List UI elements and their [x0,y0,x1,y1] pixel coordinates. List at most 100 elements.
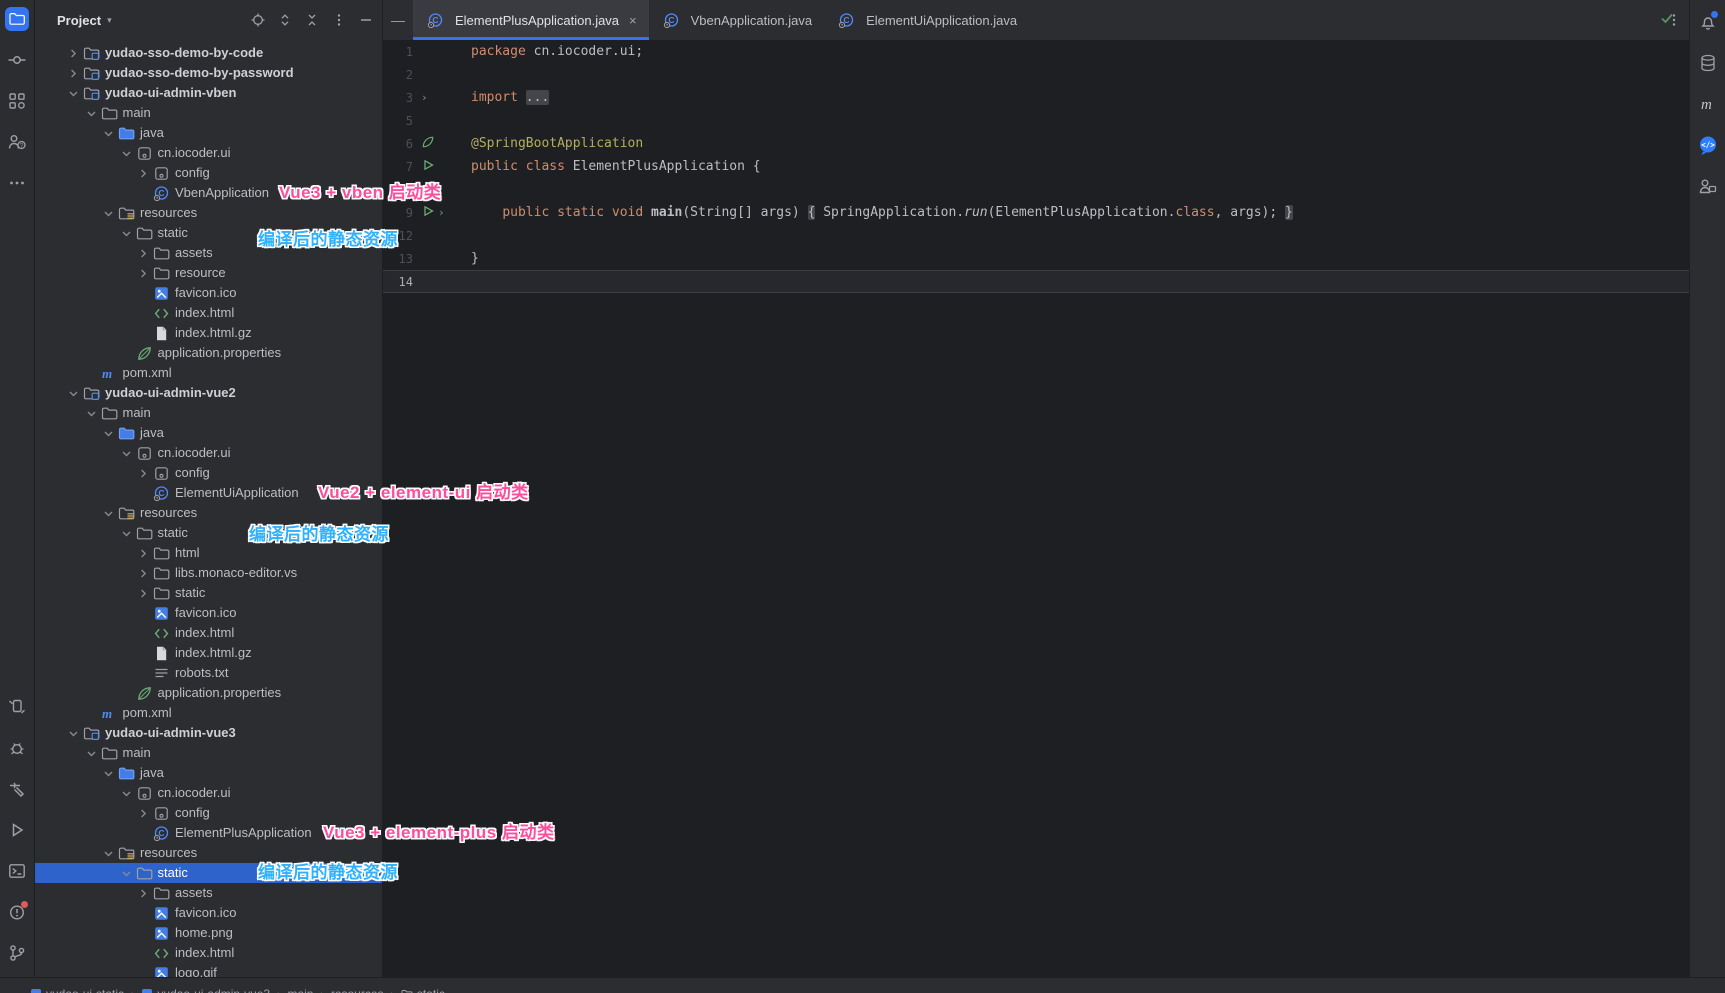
expand-all-icon[interactable] [277,12,293,28]
tree-item-cn-iocoder-ui[interactable]: cn.iocoder.ui [35,783,382,803]
chevron-down-icon[interactable] [119,866,134,881]
tree-item-favicon-ico[interactable]: favicon.ico [35,903,382,923]
tree-item-resources[interactable]: resources [35,503,382,523]
tree-item-config[interactable]: config [35,463,382,483]
chevron-down-icon[interactable] [101,206,116,221]
tree-item-favicon-ico[interactable]: favicon.ico [35,283,382,303]
tree-item-yudao-ui-admin-vue2[interactable]: yudao-ui-admin-vue2 [35,383,382,403]
chevron-down-icon[interactable] [66,386,81,401]
code-line-6[interactable]: 6@SpringBootApplication [383,132,1689,155]
tree-item-html[interactable]: html [35,543,382,563]
breadcrumb-item[interactable]: main [287,987,313,993]
database-icon[interactable] [1696,51,1720,75]
chevron-right-icon[interactable] [136,566,151,581]
project-panel-title[interactable]: Project [57,13,101,28]
chevron-down-icon[interactable] [84,106,99,121]
code-line-3[interactable]: 3›import ... [383,86,1689,109]
options-icon[interactable] [331,12,347,28]
project-icon[interactable] [5,7,29,31]
code-line-7[interactable]: 7public class ElementPlusApplication { [383,155,1689,178]
services-icon[interactable] [5,695,29,719]
collapse-all-icon[interactable] [304,12,320,28]
chevron-down-icon[interactable] [101,426,116,441]
commit-icon[interactable] [5,48,29,72]
tree-item-config[interactable]: config [35,163,382,183]
tree-item-static[interactable]: static [35,863,382,883]
code-line-9[interactable]: 9› public static void main(String[] args… [383,201,1689,224]
tree-item-vbenapplication[interactable]: CVbenApplication [35,183,382,203]
chevron-right-icon[interactable] [136,466,151,481]
tree-item-resources[interactable]: resources [35,203,382,223]
chevron-down-icon[interactable] [101,766,116,781]
close-icon[interactable]: × [629,13,637,28]
maven-icon[interactable]: m [1696,92,1720,116]
tree-item-main[interactable]: main [35,403,382,423]
tab-elementplusapplication[interactable]: C ElementPlusApplication.java × [413,0,649,40]
tree-item-java[interactable]: java [35,123,382,143]
chevron-right-icon[interactable] [66,46,81,61]
tree-item-yudao-ui-admin-vue3[interactable]: yudao-ui-admin-vue3 [35,723,382,743]
tree-item-index-html-gz[interactable]: index.html.gz [35,323,382,343]
tab-vbenapplication[interactable]: C VbenApplication.java [649,0,824,40]
tree-item-main[interactable]: main [35,103,382,123]
tree-item-index-html[interactable]: index.html [35,303,382,323]
more-icon[interactable] [5,171,29,195]
run-icon[interactable] [421,204,435,222]
code-line-5[interactable]: 5 [383,109,1689,132]
chevron-right-icon[interactable] [136,806,151,821]
tree-item-index-html[interactable]: index.html [35,623,382,643]
chevron-down-icon[interactable] [66,726,81,741]
chevron-down-icon[interactable] [119,786,134,801]
chevron-down-icon[interactable] [66,86,81,101]
tree-item-libs-monaco-editor-vs[interactable]: libs.monaco-editor.vs [35,563,382,583]
chevron-down-icon[interactable] [119,526,134,541]
tree-item-static[interactable]: static [35,523,382,543]
tree-item-yudao-sso-demo-by-password[interactable]: yudao-sso-demo-by-password [35,63,382,83]
tree-item-yudao-sso-demo-by-code[interactable]: yudao-sso-demo-by-code [35,43,382,63]
chevron-right-icon[interactable] [136,166,151,181]
chevron-right-icon[interactable] [136,266,151,281]
fold-chevron-icon[interactable]: › [421,91,428,104]
chevron-down-icon[interactable] [119,446,134,461]
fold-chevron-icon[interactable]: › [438,206,445,219]
tree-item-index-html-gz[interactable]: index.html.gz [35,643,382,663]
tree-item-pom-xml[interactable]: mpom.xml [35,703,382,723]
notifications-icon[interactable] [1696,10,1720,34]
chevron-down-icon[interactable] [119,146,134,161]
hide-toolwindow-icon[interactable]: — [383,0,413,40]
code-editor[interactable]: 1package cn.iocoder.ui;23›import ...56@S… [383,40,1689,977]
breadcrumb-item[interactable]: yudao-ui-static [30,987,124,993]
breadcrumb-item[interactable]: static [401,987,445,993]
chevron-down-icon[interactable] [84,406,99,421]
hide-icon[interactable] [358,12,374,28]
tree-item-cn-iocoder-ui[interactable]: cn.iocoder.ui [35,443,382,463]
build-icon[interactable] [5,777,29,801]
ai-assistant-icon[interactable]: </> [1696,133,1720,157]
tree-item-index-html[interactable]: index.html [35,943,382,963]
chevron-down-icon[interactable] [84,746,99,761]
terminal-icon[interactable] [5,859,29,883]
spring-bean-icon[interactable] [421,135,435,153]
tab-elementuiapplication[interactable]: C ElementUiApplication.java [824,0,1029,40]
code-line-12[interactable]: 12 [383,224,1689,247]
breadcrumb-item[interactable]: resources [331,987,384,993]
tree-item-application-properties[interactable]: application.properties [35,683,382,703]
code-line-14[interactable]: 14 [383,270,1689,293]
pull-requests-icon[interactable]: ? [5,130,29,154]
chevron-right-icon[interactable] [136,246,151,261]
tree-item-application-properties[interactable]: application.properties [35,343,382,363]
tree-item-home-png[interactable]: home.png [35,923,382,943]
tree-item-static[interactable]: static [35,223,382,243]
code-line-2[interactable]: 2 [383,63,1689,86]
code-line-1[interactable]: 1package cn.iocoder.ui; [383,40,1689,63]
chevron-right-icon[interactable] [66,66,81,81]
chevron-down-icon[interactable] [119,226,134,241]
tree-item-yudao-ui-admin-vben[interactable]: yudao-ui-admin-vben [35,83,382,103]
tree-item-elementplusapplication[interactable]: CElementPlusApplication [35,823,382,843]
code-line-8[interactable]: 8 [383,178,1689,201]
tree-item-logo-gif[interactable]: logo.gif [35,963,382,977]
tree-item-assets[interactable]: assets [35,243,382,263]
locate-icon[interactable] [250,12,266,28]
breadcrumb-item[interactable]: yudao-ui-admin-vue3 [141,987,270,993]
tree-item-robots-txt[interactable]: robots.txt [35,663,382,683]
